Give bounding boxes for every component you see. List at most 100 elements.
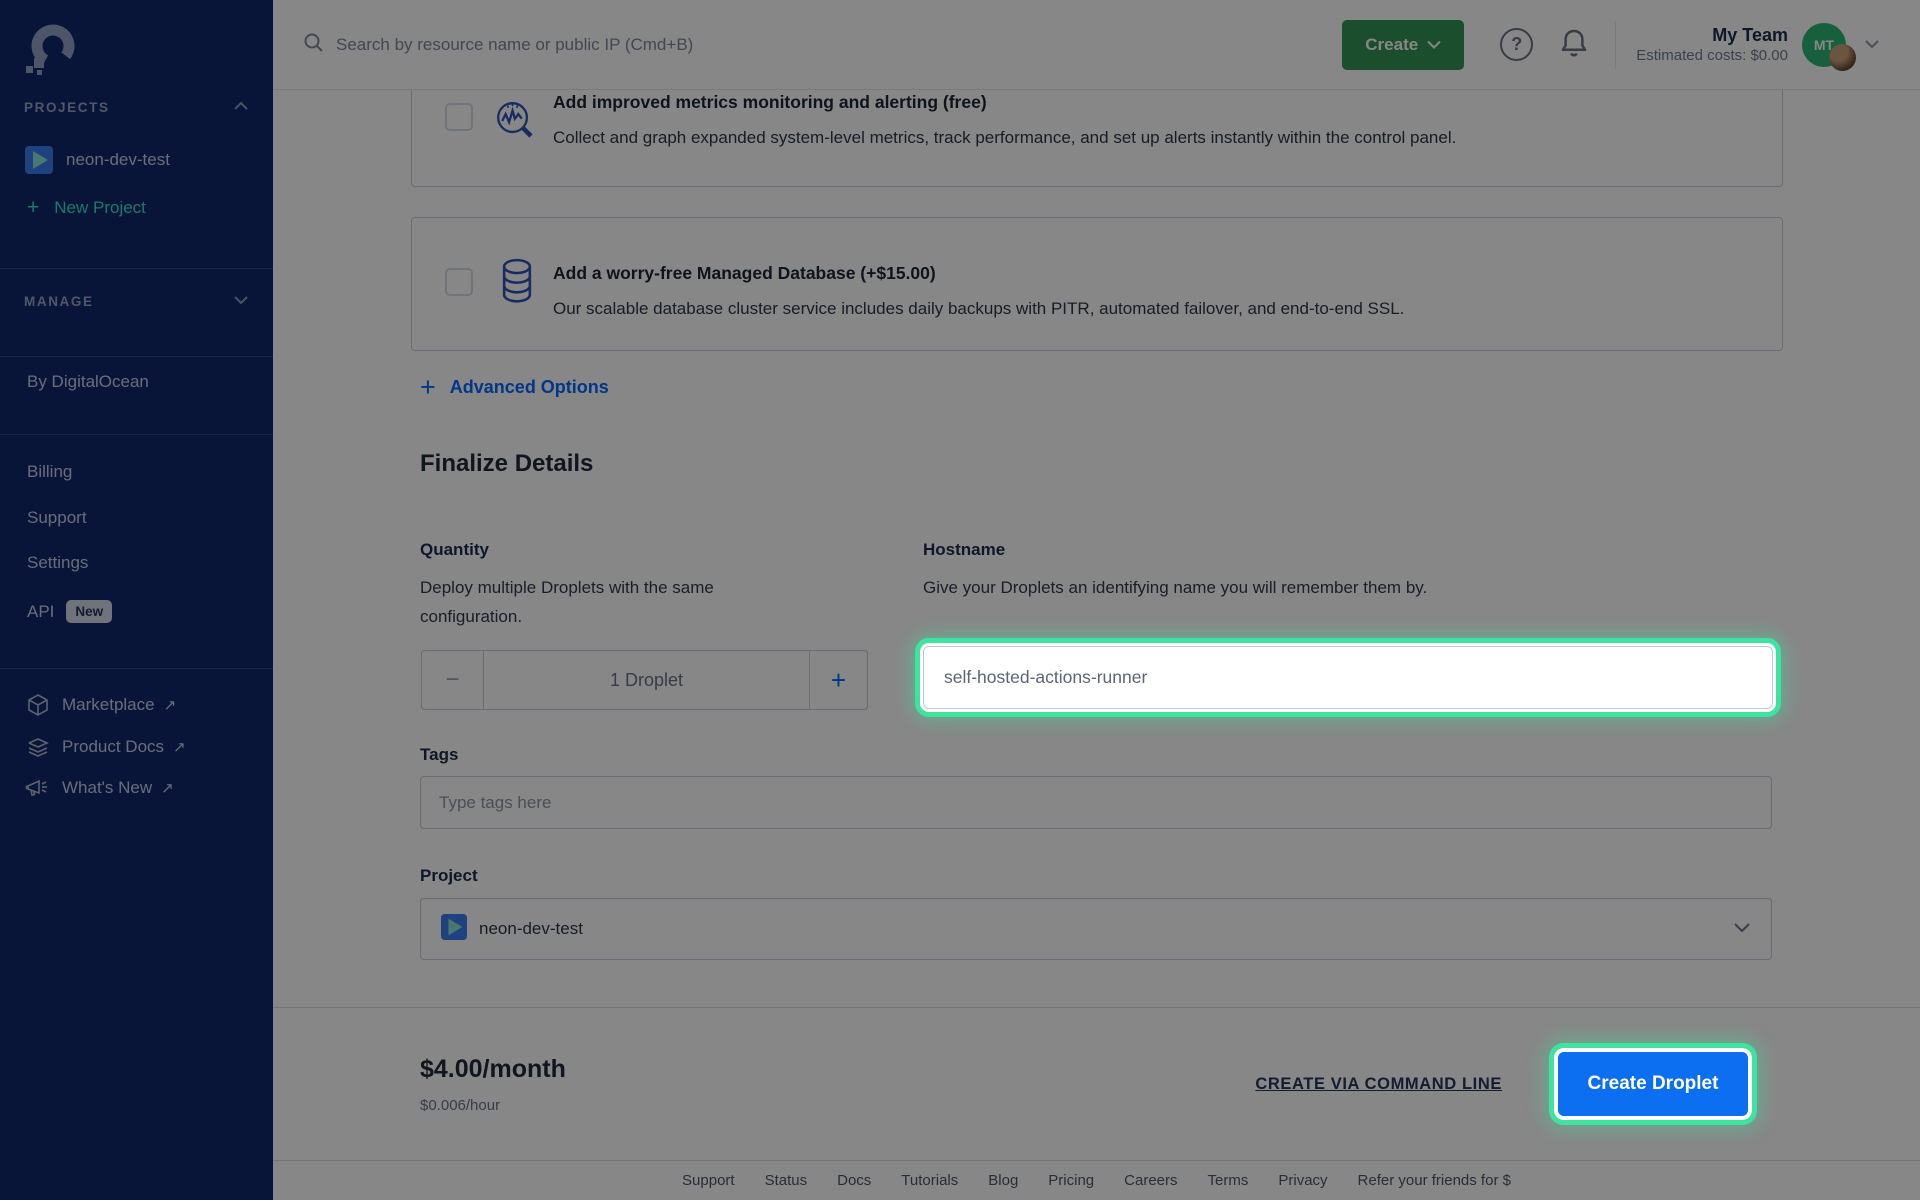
footer-link-support[interactable]: Support [682, 1172, 735, 1189]
metrics-checkbox[interactable] [445, 103, 473, 131]
footer-link-status[interactable]: Status [765, 1172, 808, 1189]
footer-link-blog[interactable]: Blog [988, 1172, 1018, 1189]
sidebar-item-support[interactable]: Support [0, 508, 273, 528]
topbar: Create ? My Team Estimated costs: $0.00 … [273, 0, 1920, 90]
external-link-icon: ↗ [173, 738, 186, 756]
external-link-icon: ↗ [161, 779, 174, 797]
create-droplet-button[interactable]: Create Droplet [1558, 1052, 1748, 1116]
api-label: API [27, 602, 54, 622]
sidebar-project-name: neon-dev-test [66, 150, 170, 170]
projects-header: PROJECTS [24, 100, 110, 115]
footer-link-tutorials[interactable]: Tutorials [901, 1172, 958, 1189]
sidebar-item-marketplace[interactable]: Marketplace ↗ [0, 694, 273, 716]
search-input[interactable] [336, 35, 936, 55]
megaphone-icon [25, 777, 49, 799]
sidebar-item-billing[interactable]: Billing [0, 462, 273, 482]
hostname-input[interactable] [923, 646, 1773, 709]
bell-icon [1559, 27, 1589, 63]
topbar-divider [1615, 21, 1616, 69]
sidebar: PROJECTS neon-dev-test + New Project MAN… [0, 0, 273, 1200]
quantity-label: Quantity [420, 540, 489, 560]
sidebar-divider [0, 434, 273, 435]
sidebar-section-manage[interactable]: MANAGE [0, 292, 273, 310]
footer-link-pricing[interactable]: Pricing [1048, 1172, 1094, 1189]
finalize-details-heading: Finalize Details [420, 450, 593, 478]
quantity-increase-button[interactable]: + [809, 651, 867, 709]
database-checkbox[interactable] [445, 268, 473, 296]
tags-label: Tags [420, 745, 458, 765]
sidebar-divider [0, 268, 273, 269]
help-icon: ? [1500, 28, 1533, 61]
footer-link-privacy[interactable]: Privacy [1278, 1172, 1327, 1189]
hostname-description: Give your Droplets an identifying name y… [923, 573, 1427, 602]
team-name: My Team [1636, 24, 1788, 46]
metrics-monitoring-icon [493, 98, 539, 149]
advanced-options-label: Advanced Options [450, 377, 609, 398]
quantity-stepper: − 1 Droplet + [421, 650, 868, 710]
main-content: Add improved metrics monitoring and aler… [273, 90, 1920, 1200]
price-bar: $4.00/month $0.006/hour CREATE VIA COMMA… [273, 1007, 1920, 1160]
chevron-down-icon [1733, 920, 1751, 938]
digitalocean-logo-icon[interactable] [22, 20, 80, 83]
sidebar-item-new-project[interactable]: + New Project [0, 196, 273, 220]
monthly-price: $4.00/month [420, 1055, 566, 1084]
addon-card-metrics: Add improved metrics monitoring and aler… [411, 90, 1783, 187]
search-bar[interactable] [303, 32, 1342, 58]
plus-icon: + [27, 196, 39, 220]
search-icon [303, 32, 324, 58]
project-label: Project [420, 866, 478, 886]
addon-title: Add a worry-free Managed Database (+$15.… [553, 263, 936, 284]
database-icon [499, 256, 535, 313]
tags-input[interactable] [420, 776, 1772, 829]
sidebar-item-whats-new[interactable]: What's New ↗ [0, 777, 273, 799]
chevron-up-icon [233, 98, 249, 116]
support-label: Support [27, 508, 87, 528]
notifications-button[interactable] [1559, 27, 1589, 63]
help-button[interactable]: ? [1500, 28, 1533, 61]
product-docs-label: Product Docs [62, 737, 164, 757]
layers-icon [27, 736, 49, 758]
estimated-costs: Estimated costs: $0.00 [1636, 46, 1788, 66]
footer: Support Status Docs Tutorials Blog Prici… [273, 1160, 1920, 1200]
hourly-price: $0.006/hour [420, 1097, 566, 1114]
footer-link-terms[interactable]: Terms [1208, 1172, 1249, 1189]
quantity-value: 1 Droplet [484, 651, 809, 709]
manage-header: MANAGE [24, 294, 94, 309]
project-select-value: neon-dev-test [479, 919, 1733, 939]
footer-link-docs[interactable]: Docs [837, 1172, 871, 1189]
advanced-options-toggle[interactable]: + Advanced Options [420, 375, 609, 399]
quantity-decrease-button[interactable]: − [422, 651, 484, 709]
cube-icon [27, 694, 49, 716]
addon-card-database: Add a worry-free Managed Database (+$15.… [411, 217, 1783, 351]
create-menu-label: Create [1365, 35, 1418, 55]
whats-new-label: What's New [62, 778, 152, 798]
footer-link-refer[interactable]: Refer your friends for $ [1358, 1172, 1511, 1189]
sidebar-section-projects[interactable]: PROJECTS [0, 98, 273, 116]
marketplace-label: Marketplace [62, 695, 155, 715]
chevron-down-icon [233, 292, 249, 310]
project-icon [441, 914, 467, 945]
addon-description: Our scalable database cluster service in… [553, 299, 1404, 319]
external-link-icon: ↗ [164, 696, 177, 714]
project-icon [25, 146, 53, 174]
chevron-down-icon[interactable] [1864, 36, 1880, 54]
sidebar-item-project[interactable]: neon-dev-test [0, 146, 273, 174]
sidebar-item-settings[interactable]: Settings [0, 553, 273, 573]
create-via-command-line-link[interactable]: CREATE VIA COMMAND LINE [1255, 1075, 1502, 1094]
sidebar-item-product-docs[interactable]: Product Docs ↗ [0, 736, 273, 758]
by-digitalocean-label: By DigitalOcean [27, 372, 149, 392]
addon-title: Add improved metrics monitoring and aler… [553, 92, 987, 113]
new-project-label: New Project [54, 198, 146, 218]
footer-link-careers[interactable]: Careers [1124, 1172, 1177, 1189]
sidebar-item-api[interactable]: API New [0, 600, 273, 623]
account-menu[interactable]: MT [1802, 23, 1846, 67]
user-avatar [1829, 44, 1856, 71]
create-menu-button[interactable]: Create [1342, 20, 1464, 70]
sidebar-item-by-digitalocean[interactable]: By DigitalOcean [0, 372, 273, 392]
api-new-badge: New [66, 600, 112, 623]
project-select[interactable]: neon-dev-test [420, 898, 1772, 960]
billing-label: Billing [27, 462, 72, 482]
team-info: My Team Estimated costs: $0.00 [1636, 24, 1788, 66]
addon-description: Collect and graph expanded system-level … [553, 128, 1456, 148]
hostname-label: Hostname [923, 540, 1005, 560]
